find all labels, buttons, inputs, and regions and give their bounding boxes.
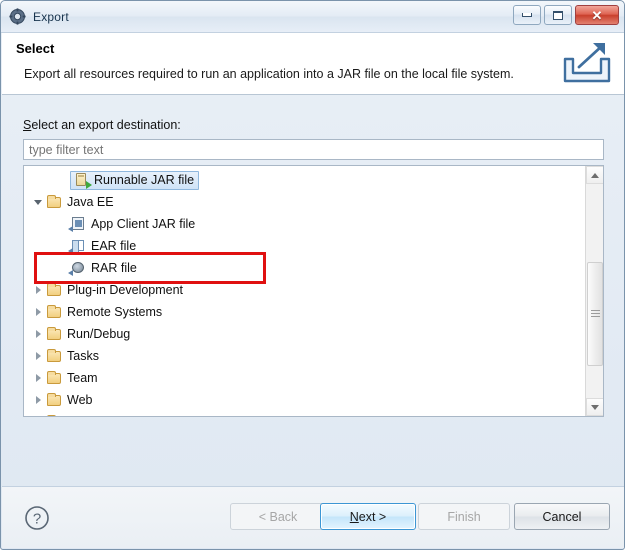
- scrollbar-grip-icon: [591, 310, 600, 319]
- tree-item-label: EAR file: [91, 239, 137, 253]
- close-icon: ✕: [591, 7, 603, 23]
- rar-file-icon: [68, 260, 87, 276]
- tree-item-web-services[interactable]: Web Services: [24, 411, 586, 416]
- tree-vertical-scrollbar[interactable]: [585, 166, 603, 416]
- window-controls: ✕: [513, 5, 619, 25]
- tree-item-ear-file[interactable]: EAR file: [24, 235, 586, 257]
- cancel-button-label: Cancel: [542, 509, 582, 524]
- folder-icon: [46, 304, 63, 320]
- expander-closed-icon[interactable]: [30, 286, 46, 294]
- maximize-icon: [553, 10, 563, 20]
- tree-item-app-client-jar-file[interactable]: App Client JAR file: [24, 213, 586, 235]
- tree-item-tasks[interactable]: Tasks: [24, 345, 586, 367]
- expander-closed-icon[interactable]: [30, 352, 46, 360]
- tree-item-label: RAR file: [91, 261, 137, 275]
- destination-label-rest: elect an export destination:: [31, 118, 181, 132]
- filter-input[interactable]: [23, 139, 604, 160]
- tree-item-remote-systems[interactable]: Remote Systems: [24, 301, 586, 323]
- tree-item-label: Team: [67, 371, 98, 385]
- dialog-footer: ? < Back Next > Finish Cancel: [2, 486, 624, 548]
- cancel-button[interactable]: Cancel: [514, 503, 610, 530]
- scroll-up-icon: [591, 172, 599, 178]
- close-button[interactable]: ✕: [575, 5, 619, 25]
- minimize-icon: [522, 13, 532, 17]
- folder-icon: [46, 194, 63, 210]
- expander-closed-icon[interactable]: [30, 396, 46, 404]
- finish-button-label: Finish: [447, 509, 481, 524]
- tree-item-rar-file[interactable]: RAR file: [24, 257, 586, 279]
- tree-item-plug-in-development[interactable]: Plug-in Development: [24, 279, 586, 301]
- tree-item-label: App Client JAR file: [91, 217, 196, 231]
- export-gear-icon: [9, 8, 26, 25]
- tree-item-web[interactable]: Web: [24, 389, 586, 411]
- next-button[interactable]: Next >: [320, 503, 416, 530]
- scroll-down-button[interactable]: [586, 398, 603, 416]
- page-title: Select: [16, 41, 55, 56]
- export-tray-arrow-icon: [559, 39, 615, 89]
- expander-closed-icon[interactable]: [30, 374, 46, 382]
- expander-closed-icon[interactable]: [30, 330, 46, 338]
- folder-icon: [46, 282, 63, 298]
- wizard-body: Select an export destination: Runnable J…: [1, 95, 624, 485]
- folder-icon: [46, 348, 63, 364]
- tree-item-label: Web Services: [67, 415, 144, 416]
- tree-item-label: Web: [67, 393, 93, 407]
- ear-file-icon: [68, 238, 87, 254]
- runnable-jar-icon: [73, 172, 92, 189]
- app-client-jar-icon: [68, 216, 87, 232]
- expander-open-icon[interactable]: [30, 199, 46, 205]
- maximize-button[interactable]: [544, 5, 572, 25]
- scrollbar-thumb[interactable]: [587, 262, 603, 366]
- folder-icon: [46, 392, 63, 408]
- tree-item-label: Tasks: [67, 349, 99, 363]
- tree-item-label: Remote Systems: [67, 305, 163, 319]
- svg-text:?: ?: [33, 511, 41, 528]
- tree-item-label: Plug-in Development: [67, 283, 184, 297]
- folder-icon: [46, 414, 63, 416]
- folder-icon: [46, 370, 63, 386]
- tree-item-run-debug[interactable]: Run/Debug: [24, 323, 586, 345]
- tree-item-label: Runnable JAR file: [94, 173, 195, 187]
- back-button[interactable]: < Back: [230, 503, 326, 530]
- wizard-header: Select Export all resources required to …: [2, 33, 624, 95]
- scroll-down-icon: [591, 404, 599, 410]
- minimize-button[interactable]: [513, 5, 541, 25]
- back-button-label: < Back: [258, 509, 298, 524]
- folder-icon: [46, 326, 63, 342]
- tree-item-label: Run/Debug: [67, 327, 131, 341]
- export-destination-tree[interactable]: Runnable JAR file Java EE App Client JAR…: [23, 165, 604, 417]
- scroll-up-button[interactable]: [586, 166, 603, 184]
- tree-list: Runnable JAR file Java EE App Client JAR…: [24, 166, 586, 416]
- help-button[interactable]: ?: [24, 505, 50, 531]
- tree-item-java-ee[interactable]: Java EE: [24, 191, 586, 213]
- tree-item-label: Java EE: [67, 195, 114, 209]
- destination-label: Select an export destination:: [23, 118, 181, 132]
- window-title: Export: [33, 9, 69, 24]
- expander-closed-icon[interactable]: [30, 308, 46, 316]
- tree-item-team[interactable]: Team: [24, 367, 586, 389]
- export-dialog-window: Export ✕ Select Export all resources req…: [0, 0, 625, 550]
- title-bar: Export ✕: [1, 1, 624, 33]
- tree-item-runnable-jar-file[interactable]: Runnable JAR file: [24, 169, 586, 191]
- finish-button[interactable]: Finish: [418, 503, 510, 530]
- page-description: Export all resources required to run an …: [24, 67, 514, 81]
- next-button-label: Next >: [349, 509, 387, 524]
